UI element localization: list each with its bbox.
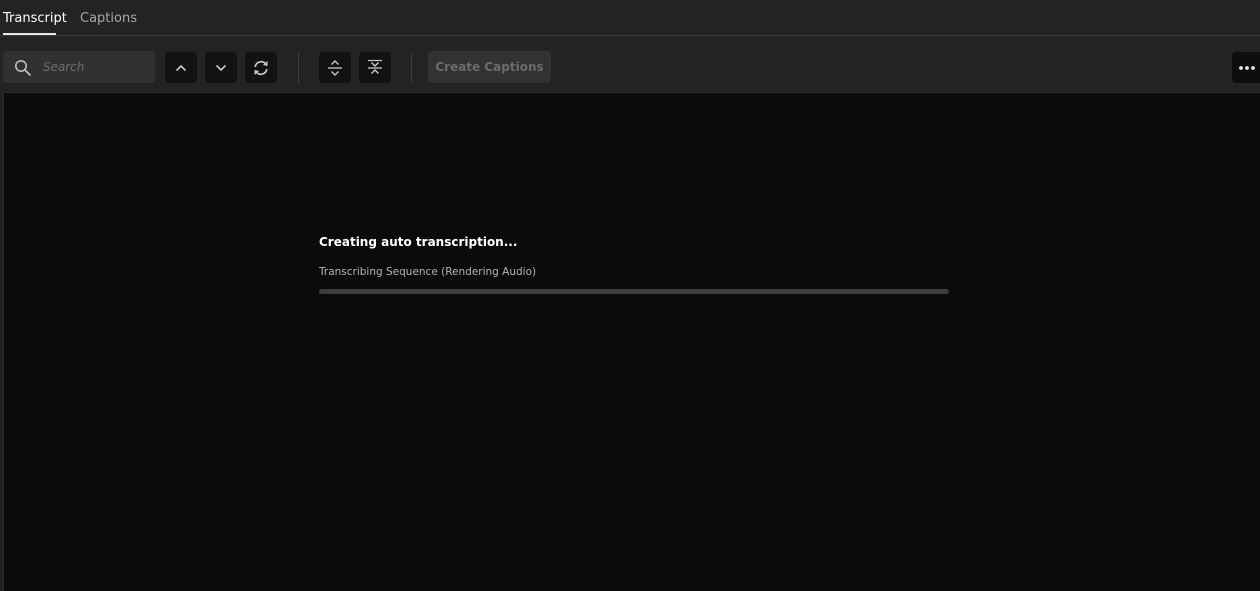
- progress-bar: [319, 289, 949, 294]
- tab-transcript[interactable]: Transcript: [3, 11, 67, 26]
- chevron-down-icon: [215, 64, 227, 71]
- toolbar: Create Captions: [0, 37, 1260, 91]
- collapse-button[interactable]: [359, 52, 391, 83]
- active-tab-indicator: [3, 33, 56, 35]
- search-icon: [15, 60, 31, 76]
- tab-captions[interactable]: Captions: [80, 11, 137, 26]
- previous-result-button[interactable]: [165, 52, 197, 83]
- status-title: Creating auto transcription...: [319, 235, 518, 249]
- search-input[interactable]: [43, 57, 149, 77]
- more-horizontal-icon: [1239, 65, 1255, 70]
- transcript-panel: Creating auto transcription... Transcrib…: [3, 92, 1260, 591]
- refresh-icon: [254, 60, 268, 75]
- status-subtitle: Transcribing Sequence (Rendering Audio): [319, 266, 537, 278]
- tab-bar: Transcript Captions: [0, 0, 1260, 36]
- search-box[interactable]: [3, 51, 155, 83]
- more-options-button[interactable]: [1232, 52, 1260, 83]
- create-captions-button[interactable]: Create Captions: [428, 51, 551, 83]
- expand-icon: [328, 59, 342, 76]
- next-result-button[interactable]: [205, 52, 237, 83]
- expand-button[interactable]: [319, 52, 351, 83]
- collapse-icon: [368, 59, 382, 74]
- chevron-up-icon: [175, 64, 187, 71]
- toolbar-divider: [411, 52, 412, 84]
- toolbar-divider: [298, 52, 299, 84]
- refresh-button[interactable]: [245, 52, 277, 83]
